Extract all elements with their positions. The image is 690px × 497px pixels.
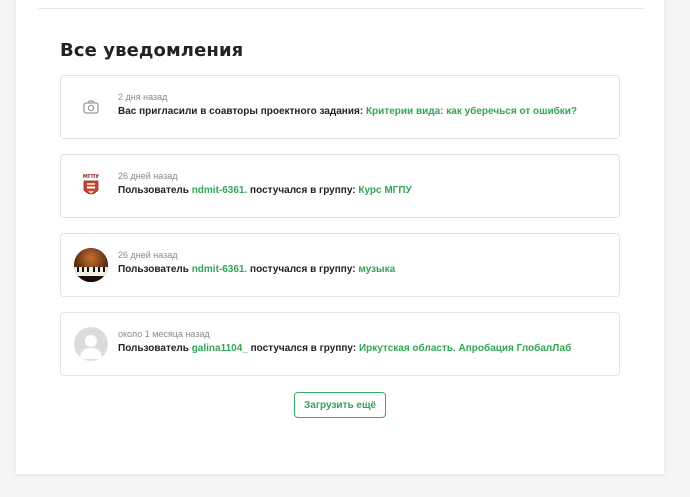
top-divider: [38, 8, 644, 9]
notification-text: постучался в группу:: [247, 185, 359, 196]
user-link[interactable]: galina1104_: [192, 343, 248, 354]
university-logo-label: МГПУ: [83, 174, 99, 180]
notification-text: постучался в группу:: [247, 343, 359, 354]
notification-message: Пользователь ndmit-6361. постучался в гр…: [118, 185, 412, 196]
user-link[interactable]: ndmit-6361.: [192, 185, 248, 196]
notification-message: Вас пригласили в соавторы проектного зад…: [118, 106, 577, 117]
task-link[interactable]: Критерии вида: как уберечься от ошибки?: [366, 106, 577, 117]
notification-message: Пользователь ndmit-6361. постучался в гр…: [118, 264, 395, 275]
notification-time: около 1 месяца назад: [118, 329, 210, 339]
notification-text: Пользователь: [118, 185, 192, 196]
default-user-avatar-icon: [74, 327, 108, 361]
group-link[interactable]: музыка: [358, 264, 395, 275]
page-title: Все уведомления: [60, 40, 244, 61]
load-more-button[interactable]: Загрузить ещё: [294, 392, 386, 418]
notification-card[interactable]: 2 дня назад Вас пригласили в соавторы пр…: [60, 75, 620, 139]
notification-text: Вас пригласили в соавторы проектного зад…: [118, 106, 366, 117]
group-link[interactable]: Курс МГПУ: [358, 185, 411, 196]
notification-card[interactable]: около 1 месяца назад Пользователь galina…: [60, 312, 620, 376]
notification-time: 26 дней назад: [118, 250, 178, 260]
notification-card[interactable]: 26 дней назад Пользователь ndmit-6361. п…: [60, 233, 620, 297]
university-logo-icon: МГПУ: [74, 169, 108, 203]
notification-text: Пользователь: [118, 264, 192, 275]
piano-photo-avatar: [74, 248, 108, 282]
user-link[interactable]: ndmit-6361.: [192, 264, 248, 275]
notification-text: Пользователь: [118, 343, 192, 354]
group-link[interactable]: Иркутская область. Апробация ГлобалЛаб: [359, 343, 571, 354]
notification-time: 2 дня назад: [118, 92, 168, 102]
notification-text: постучался в группу:: [247, 264, 359, 275]
camera-icon: [74, 90, 108, 124]
notification-time: 26 дней назад: [118, 171, 178, 181]
notification-message: Пользователь galina1104_ постучался в гр…: [118, 343, 571, 354]
notification-card[interactable]: МГПУ 26 дней назад Пользователь ndmit-63…: [60, 154, 620, 218]
